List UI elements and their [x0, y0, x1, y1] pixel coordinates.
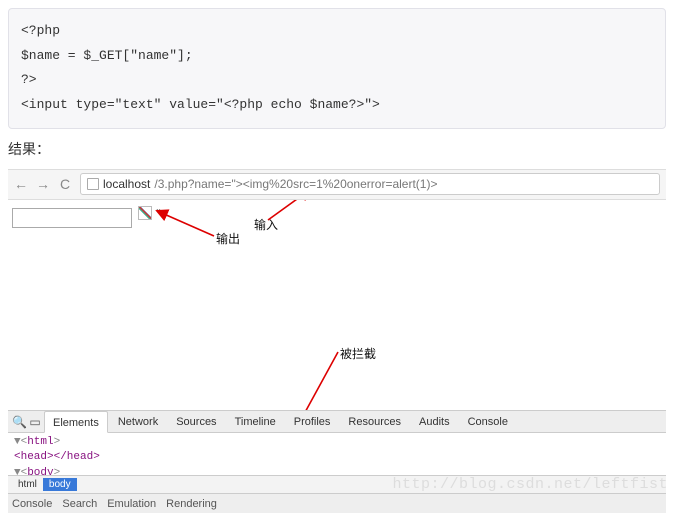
result-label: 结果：: [8, 139, 666, 159]
tab-sources[interactable]: Sources: [168, 411, 224, 433]
tab-resources[interactable]: Resources: [340, 411, 409, 433]
tab-elements[interactable]: Elements: [44, 411, 108, 433]
annotation-output: 输出: [216, 230, 240, 247]
broken-image-icon: [138, 206, 152, 220]
reload-button[interactable]: C: [58, 176, 72, 192]
url-path: /3.php?name="><img%20src=1%20onerror=ale…: [154, 177, 437, 191]
text-input[interactable]: [12, 208, 132, 228]
stray-output-text: ">: [156, 206, 168, 221]
elements-tree[interactable]: ▼<html> <head></head> ▼<body> <input typ…: [8, 433, 666, 475]
page-icon: [87, 178, 99, 190]
device-icon[interactable]: ▭: [28, 415, 42, 429]
annotation-blocked: 被拦截: [340, 345, 376, 362]
forward-button[interactable]: →: [36, 176, 50, 192]
browser-toolbar: ← → C localhost/3.php?name="><img%20src=…: [8, 170, 666, 200]
url-host: localhost: [103, 177, 150, 191]
tab-audits[interactable]: Audits: [411, 411, 458, 433]
devtools-panel: 🔍 ▭ Elements Network Sources Timeline Pr…: [8, 410, 666, 513]
drawer-console[interactable]: Console: [12, 498, 52, 510]
devtools-drawer-tabs: Console Search Emulation Rendering: [8, 493, 666, 513]
tab-console[interactable]: Console: [460, 411, 516, 433]
php-code-block: <?php $name = $_GET["name"]; ?> <input t…: [8, 8, 666, 129]
address-bar[interactable]: localhost/3.php?name="><img%20src=1%20on…: [80, 173, 660, 195]
drawer-rendering[interactable]: Rendering: [166, 498, 217, 510]
devtools-tabs: 🔍 ▭ Elements Network Sources Timeline Pr…: [8, 411, 666, 433]
tab-profiles[interactable]: Profiles: [286, 411, 339, 433]
tab-timeline[interactable]: Timeline: [227, 411, 284, 433]
annotation-input: 输入: [254, 216, 278, 233]
watermark: http://blog.csdn.net/leftfist: [392, 476, 668, 493]
browser-window: ← → C localhost/3.php?name="><img%20src=…: [8, 169, 666, 400]
page-content: "> 输入 输出 被拦截: [8, 200, 666, 400]
search-icon[interactable]: 🔍: [12, 415, 26, 429]
crumb-body[interactable]: body: [43, 478, 77, 491]
back-button[interactable]: ←: [14, 176, 28, 192]
crumb-html[interactable]: html: [12, 478, 43, 491]
drawer-search[interactable]: Search: [62, 498, 97, 510]
tab-network[interactable]: Network: [110, 411, 166, 433]
drawer-emulation[interactable]: Emulation: [107, 498, 156, 510]
